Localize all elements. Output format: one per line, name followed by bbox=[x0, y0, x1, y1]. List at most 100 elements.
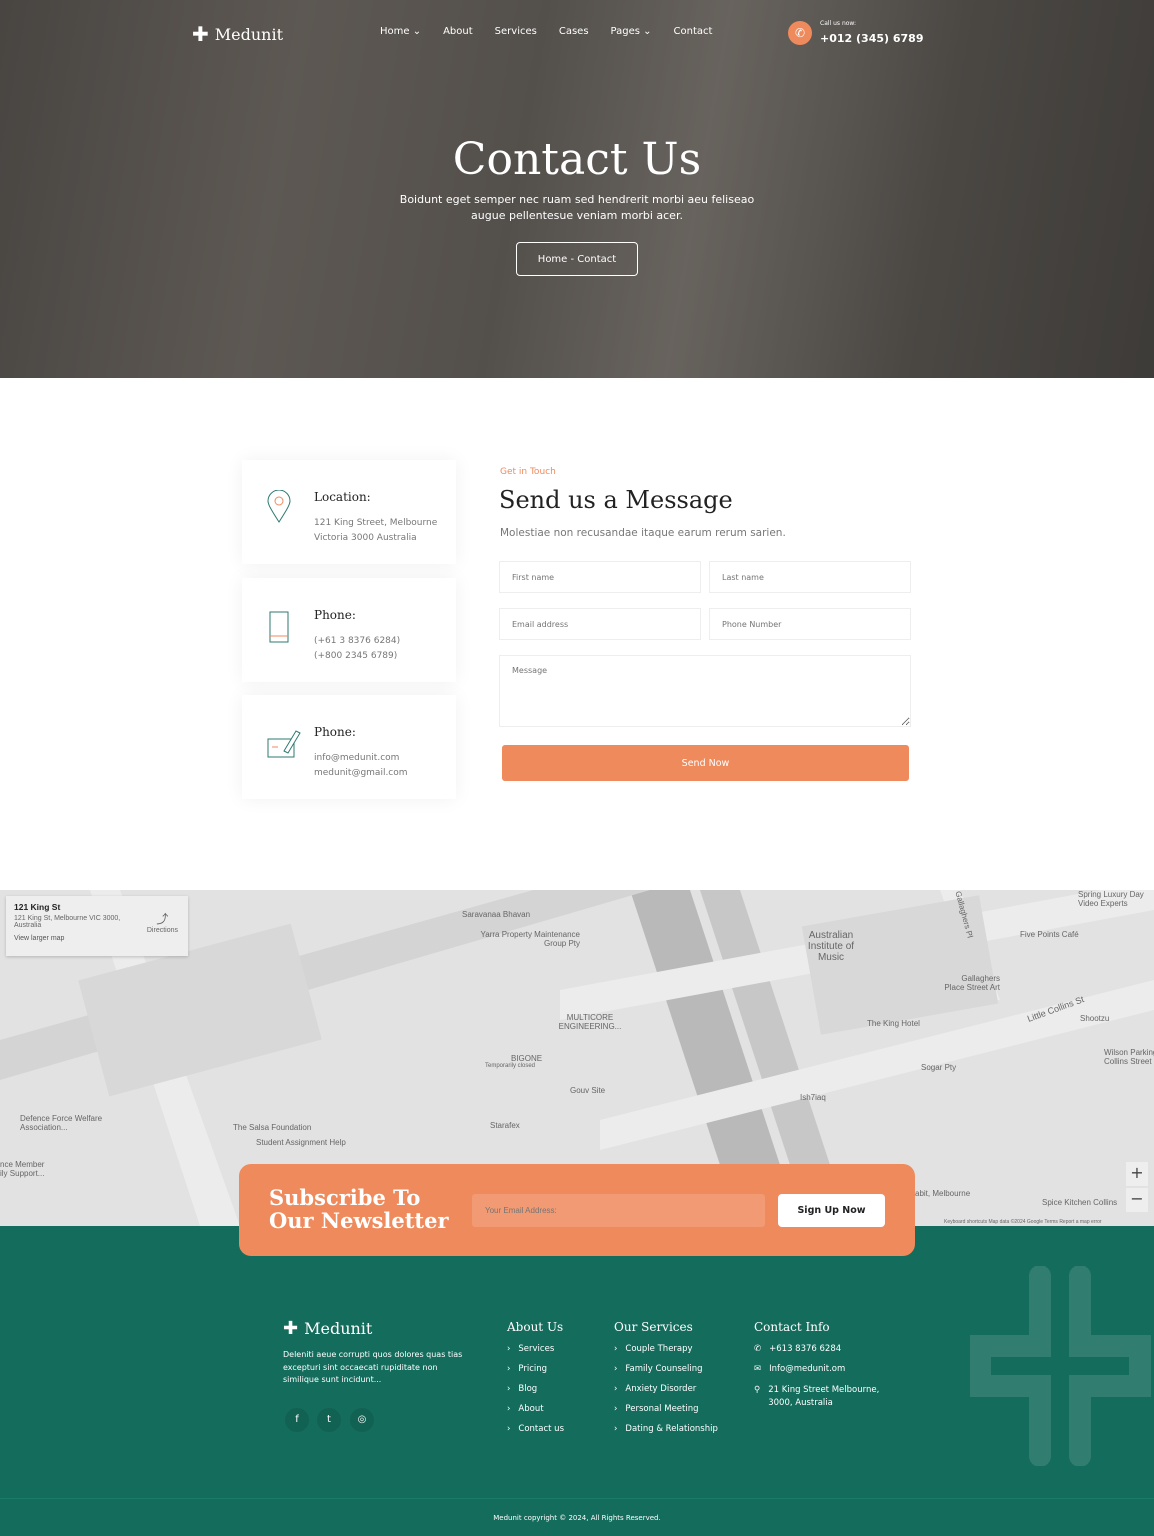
first-name-input[interactable] bbox=[499, 561, 701, 593]
form-subtitle: Molestiae non recusandae itaque earum re… bbox=[500, 527, 786, 539]
footer-link[interactable]: › Services bbox=[507, 1344, 564, 1364]
footer-link[interactable]: › Couple Therapy bbox=[614, 1344, 718, 1364]
call-us[interactable]: ✆ Call us now: +012 (345) 6789 bbox=[788, 20, 923, 46]
chevron-right-icon: › bbox=[614, 1364, 618, 1374]
write-note-icon bbox=[266, 725, 301, 799]
email-input[interactable] bbox=[499, 608, 701, 640]
footer bbox=[0, 1226, 1154, 1536]
map-label[interactable]: The Salsa Foundation bbox=[233, 1123, 311, 1132]
facebook-icon[interactable]: f bbox=[285, 1408, 309, 1432]
footer-about: Deleniti aeue corrupti quos dolores quas… bbox=[283, 1350, 463, 1384]
map-label[interactable]: Saravanaa Bhavan bbox=[462, 910, 530, 919]
map-label[interactable]: nce Member ily Support... bbox=[0, 1160, 50, 1178]
nav-cases[interactable]: Cases bbox=[559, 26, 589, 37]
email-card: Phone: info@medunit.com medunit@gmail.com bbox=[242, 695, 456, 799]
send-now-button[interactable]: Send Now bbox=[502, 745, 909, 781]
map-label[interactable]: Shootzu bbox=[1080, 1014, 1109, 1023]
form-title: Send us a Message bbox=[499, 486, 733, 514]
chevron-right-icon: › bbox=[507, 1364, 511, 1374]
chevron-right-icon: › bbox=[614, 1384, 618, 1394]
hero-banner: ✚ Medunit Home ⌄ About Services Cases Pag… bbox=[0, 0, 1154, 378]
footer-link[interactable]: › Family Counseling bbox=[614, 1364, 718, 1384]
footer-email[interactable]: ✉ Info@medunit.om bbox=[754, 1364, 894, 1384]
phone-card: Phone: (+61 3 8376 6284) (+800 2345 6789) bbox=[242, 578, 456, 682]
map-label[interactable]: Sogar Pty bbox=[921, 1063, 956, 1072]
chevron-right-icon: › bbox=[507, 1344, 511, 1354]
top-nav: ✚ Medunit Home ⌄ About Services Cases Pag… bbox=[0, 0, 1154, 64]
zoom-in-button[interactable]: + bbox=[1126, 1162, 1148, 1186]
map-label[interactable]: Yarra Property Maintenance Group Pty bbox=[480, 930, 580, 948]
footer-about-us: About Us › Services › Pricing › Blog › About… bbox=[507, 1320, 564, 1444]
map-attribution[interactable]: Keyboard shortcuts Map data ©2024 Google… bbox=[944, 1218, 1102, 1226]
map-label[interactable]: Five Points Café bbox=[1020, 930, 1079, 939]
map-label[interactable]: Starafex bbox=[490, 1121, 520, 1130]
logo-cross-icon: ✚ bbox=[283, 1318, 299, 1339]
watermark-cross-icon bbox=[970, 1266, 1151, 1466]
footer-address: ⚲ 21 King Street Melbourne, 3000, Austral… bbox=[754, 1385, 880, 1408]
twitter-icon[interactable]: t bbox=[317, 1408, 341, 1432]
chevron-right-icon: › bbox=[507, 1424, 511, 1434]
map-label[interactable]: Spring Luxury Day Video Experts bbox=[1078, 890, 1154, 908]
footer-link[interactable]: › Personal Meeting bbox=[614, 1404, 718, 1424]
footer-phone[interactable]: ✆ +613 8376 6284 bbox=[754, 1344, 894, 1364]
sign-up-button[interactable]: Sign Up Now bbox=[778, 1194, 885, 1227]
nav-contact[interactable]: Contact bbox=[674, 26, 713, 37]
map-label[interactable]: Student Assignment Help bbox=[256, 1138, 346, 1147]
location-pin-icon bbox=[266, 489, 294, 564]
footer-link[interactable]: › Pricing bbox=[507, 1364, 564, 1384]
map-label[interactable]: Australian Institute of Music bbox=[800, 930, 862, 963]
directions-button[interactable]: ⤴ Directions bbox=[147, 910, 178, 934]
location-card: Location: 121 King Street, Melbourne Victo… bbox=[242, 460, 456, 564]
footer-contact: Contact Info ✆ +613 8376 6284 ✉ Info@medun… bbox=[754, 1320, 894, 1410]
logo-cross-icon: ✚ bbox=[192, 22, 209, 46]
page-title: Contact Us bbox=[452, 134, 702, 185]
logo[interactable]: ✚ Medunit bbox=[192, 22, 283, 46]
footer-link[interactable]: › Contact us bbox=[507, 1424, 564, 1444]
phone-icon: ✆ bbox=[788, 21, 812, 45]
footer-link[interactable]: › Dating & Relationship bbox=[614, 1424, 718, 1444]
map-label[interactable]: Wilson Parking Collins Street bbox=[1104, 1048, 1154, 1066]
newsletter-banner: Subscribe To Our Newsletter Sign Up Now bbox=[239, 1164, 915, 1256]
map-label[interactable]: abit, Melbourne bbox=[915, 1189, 970, 1198]
footer-link[interactable]: › Blog bbox=[507, 1384, 564, 1404]
phone-input[interactable] bbox=[709, 608, 911, 640]
map-label[interactable]: Ish7iaq bbox=[800, 1093, 826, 1102]
nav-services[interactable]: Services bbox=[495, 26, 537, 37]
last-name-input[interactable] bbox=[709, 561, 911, 593]
footer-link[interactable]: › About bbox=[507, 1404, 564, 1424]
map-place-card: 121 King St 121 King St, Melbourne VIC 3… bbox=[6, 896, 188, 956]
message-textarea[interactable] bbox=[499, 655, 911, 727]
envelope-icon: ✉ bbox=[754, 1364, 762, 1374]
chevron-right-icon: › bbox=[614, 1424, 618, 1434]
map-label[interactable]: MULTICORE ENGINEERING... bbox=[555, 1013, 625, 1031]
copyright: Medunit copyright © 2024, All Rights Res… bbox=[0, 1498, 1154, 1522]
nav-home[interactable]: Home ⌄ bbox=[380, 26, 421, 37]
newsletter-title: Subscribe To Our Newsletter bbox=[269, 1185, 449, 1233]
breadcrumb[interactable]: Home - Contact bbox=[516, 242, 638, 276]
nav-pages[interactable]: Pages ⌄ bbox=[611, 26, 652, 37]
map-label[interactable]: Gallaghers Place Street Art bbox=[940, 974, 1000, 992]
newsletter-email-input[interactable] bbox=[472, 1194, 765, 1227]
instagram-icon[interactable]: ◎ bbox=[350, 1408, 374, 1432]
phone-icon: ✆ bbox=[754, 1344, 762, 1354]
map-label[interactable]: The King Hotel bbox=[867, 1019, 920, 1028]
directions-icon: ⤴ bbox=[156, 912, 169, 926]
hero-description: Boidunt eget semper nec ruam sed hendrer… bbox=[399, 193, 755, 222]
map-pin-icon: ⚲ bbox=[754, 1385, 761, 1395]
footer-link[interactable]: › Anxiety Disorder bbox=[614, 1384, 718, 1404]
view-larger-map-link[interactable]: View larger map bbox=[14, 935, 180, 942]
nav-about[interactable]: About bbox=[443, 26, 473, 37]
map-label[interactable]: Defence Force Welfare Association... bbox=[20, 1114, 110, 1132]
map-label[interactable]: Gouv Site bbox=[570, 1086, 605, 1095]
chevron-right-icon: › bbox=[614, 1344, 618, 1354]
footer-services: Our Services › Couple Therapy › Family Cou… bbox=[614, 1320, 718, 1444]
chevron-right-icon: › bbox=[507, 1384, 511, 1394]
footer-logo[interactable]: ✚ Medunit bbox=[283, 1318, 372, 1339]
map-label[interactable]: Spice Kitchen Collins bbox=[1042, 1198, 1117, 1207]
chevron-right-icon: › bbox=[614, 1404, 618, 1414]
mobile-phone-icon bbox=[266, 608, 294, 682]
map-label[interactable]: Temporarily closed bbox=[485, 1062, 535, 1071]
chevron-right-icon: › bbox=[507, 1404, 511, 1414]
zoom-out-button[interactable]: − bbox=[1126, 1188, 1148, 1212]
form-eyebrow: Get in Touch bbox=[500, 467, 556, 477]
